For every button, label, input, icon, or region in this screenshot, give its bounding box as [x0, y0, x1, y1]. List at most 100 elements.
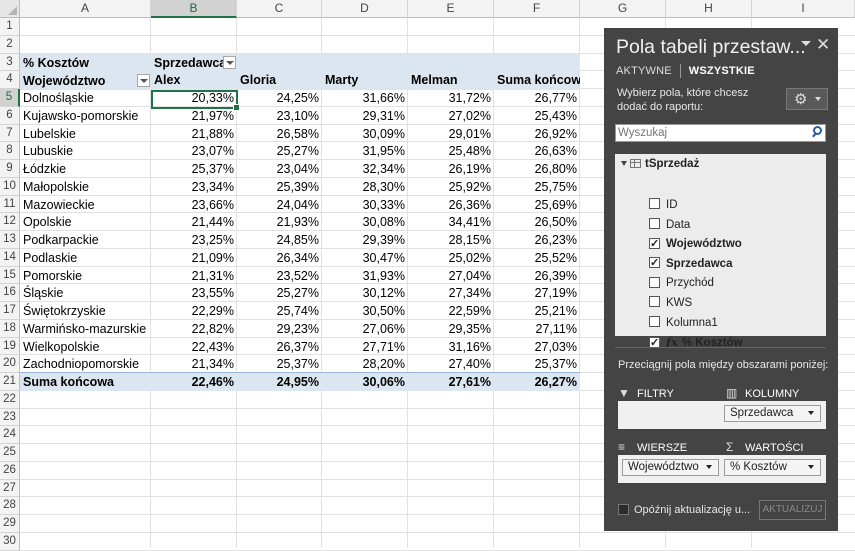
pivot-value-cell[interactable]: 26,19% [408, 160, 494, 178]
pivot-value-cell[interactable]: 26,77% [494, 89, 580, 107]
values-area[interactable]: % Kosztów [720, 455, 826, 483]
pivot-value-cell[interactable]: 32,34% [322, 160, 408, 178]
chevron-down-icon[interactable] [808, 411, 814, 415]
pivot-row-label[interactable]: Opolskie [20, 213, 151, 231]
pivot-value-cell[interactable]: 25,27% [237, 142, 322, 160]
pivot-value-cell[interactable]: 29,23% [237, 320, 322, 338]
field-checkbox[interactable] [649, 296, 660, 308]
pivot-value-cell[interactable]: 24,25% [237, 89, 322, 107]
pivot-row-label[interactable]: Dolnośląskie [20, 89, 151, 107]
pivot-value-cell[interactable]: 26,23% [494, 231, 580, 249]
row-header-20[interactable]: 20 [0, 355, 20, 373]
pivot-value-cell[interactable]: 30,09% [322, 125, 408, 143]
row-header-5[interactable]: 5 [0, 89, 20, 107]
pivot-value-cell[interactable]: 21,09% [151, 249, 237, 267]
field-checkbox[interactable] [649, 218, 660, 230]
pivot-row-label[interactable]: Kujawsko-pomorskie [20, 107, 151, 125]
row-header-1[interactable]: 1 [0, 18, 20, 36]
pivot-value-cell[interactable]: 30,47% [322, 249, 408, 267]
pivot-value-cell[interactable]: 26,80% [494, 160, 580, 178]
pivot-row-label[interactable]: Łódzkie [20, 160, 151, 178]
pivot-value-cell[interactable]: 29,01% [408, 125, 494, 143]
search-input[interactable] [616, 125, 800, 141]
row-header-4[interactable]: 4 [0, 71, 20, 89]
field-checkbox[interactable] [649, 335, 660, 351]
pivot-value-cell[interactable]: 31,16% [408, 338, 494, 356]
row-header-18[interactable]: 18 [0, 320, 20, 338]
pivot-value-cell[interactable]: 21,93% [237, 213, 322, 231]
pivot-row-label[interactable]: Zachodniopomorskie [20, 355, 151, 373]
pivot-row-label[interactable]: Mazowieckie [20, 196, 151, 214]
pivot-row-label[interactable]: Pomorskie [20, 267, 151, 285]
field-item[interactable]: Przychód [649, 275, 714, 291]
pivot-value-cell[interactable]: 29,39% [322, 231, 408, 249]
row-header-30[interactable]: 30 [0, 533, 20, 551]
columns-field-pill[interactable]: Sprzedawca [724, 405, 821, 422]
pivot-value-cell[interactable]: 21,88% [151, 125, 237, 143]
pivot-total-value[interactable]: 26,27% [494, 373, 580, 391]
pivot-value-cell[interactable]: 23,07% [151, 142, 237, 160]
values-field-pill[interactable]: % Kosztów [724, 459, 821, 476]
pivot-value-cell[interactable]: 23,04% [237, 160, 322, 178]
pivot-row-field-label[interactable]: Województwo [20, 72, 151, 90]
pivot-value-cell[interactable]: 25,37% [151, 160, 237, 178]
pivot-value-cell[interactable]: 25,37% [237, 355, 322, 373]
active-cell-selection[interactable] [151, 90, 240, 111]
pane-options-chevron-icon[interactable] [801, 41, 811, 46]
pivot-value-cell[interactable]: 25,27% [237, 284, 322, 302]
row-header-22[interactable]: 22 [0, 391, 20, 409]
pivot-value-cell[interactable]: 25,69% [494, 196, 580, 214]
field-item[interactable]: Data [649, 217, 690, 233]
pivot-value-cell[interactable]: 31,66% [322, 89, 408, 107]
row-header-29[interactable]: 29 [0, 515, 20, 533]
field-item[interactable]: Kolumna1 [649, 315, 718, 331]
row-filter-dropdown-icon[interactable] [137, 74, 150, 87]
pivot-value-cell[interactable]: 25,21% [494, 302, 580, 320]
row-header-24[interactable]: 24 [0, 426, 20, 444]
row-header-13[interactable]: 13 [0, 231, 20, 249]
pivot-value-cell[interactable]: 27,02% [408, 107, 494, 125]
row-header-7[interactable]: 7 [0, 125, 20, 142]
pivot-value-cell[interactable]: 23,52% [237, 267, 322, 285]
row-header-26[interactable]: 26 [0, 462, 20, 480]
row-header-3[interactable]: 3 [0, 54, 20, 71]
field-item[interactable]: Sprzedawca [649, 255, 732, 272]
pivot-value-cell[interactable]: 30,12% [322, 284, 408, 302]
pivot-value-cell[interactable]: 25,75% [494, 178, 580, 196]
row-header-12[interactable]: 12 [0, 213, 20, 231]
pivot-value-cell[interactable]: 22,59% [408, 302, 494, 320]
pivot-value-cell[interactable]: 21,97% [151, 107, 237, 125]
pivot-value-cell[interactable]: 29,35% [408, 320, 494, 338]
chevron-down-icon[interactable] [808, 465, 814, 469]
pivot-value-cell[interactable]: 24,04% [237, 196, 322, 214]
pivot-column-header[interactable]: Melman [408, 71, 494, 89]
column-header-a[interactable]: A [20, 0, 151, 18]
pivot-value-cell[interactable]: 26,34% [237, 249, 322, 267]
column-header-d[interactable]: D [322, 0, 408, 18]
close-icon[interactable]: ✕ [816, 35, 830, 55]
pivot-row-label[interactable]: Świętokrzyskie [20, 302, 151, 320]
row-header-6[interactable]: 6 [0, 107, 20, 125]
pivot-value-cell[interactable]: 30,33% [322, 196, 408, 214]
pivot-value-cell[interactable]: 22,43% [151, 338, 237, 356]
field-checkbox[interactable] [649, 236, 660, 252]
pivot-value-cell[interactable]: 23,10% [237, 107, 322, 125]
field-search[interactable] [615, 124, 826, 142]
search-icon[interactable] [813, 126, 822, 135]
chevron-down-icon[interactable] [706, 465, 712, 469]
pivot-total-value[interactable]: 22,46% [151, 373, 237, 391]
pivot-row-label[interactable]: Lubelskie [20, 125, 151, 143]
pivot-value-cell[interactable]: 25,48% [408, 142, 494, 160]
field-checkbox[interactable] [649, 255, 660, 271]
pivot-value-cell[interactable]: 26,39% [494, 267, 580, 285]
pivot-value-cell[interactable]: 26,36% [408, 196, 494, 214]
column-header-f[interactable]: F [494, 0, 580, 18]
row-header-11[interactable]: 11 [0, 196, 20, 213]
pivot-value-cell[interactable]: 27,04% [408, 267, 494, 285]
pivot-row-label[interactable]: Podlaskie [20, 249, 151, 267]
filters-area[interactable] [618, 401, 724, 429]
field-item[interactable]: KWS [649, 295, 692, 311]
rows-area[interactable]: Województwo [618, 455, 724, 483]
pivot-value-cell[interactable]: 27,19% [494, 284, 580, 302]
pivot-row-label[interactable]: Warmińsko-mazurskie [20, 320, 151, 338]
